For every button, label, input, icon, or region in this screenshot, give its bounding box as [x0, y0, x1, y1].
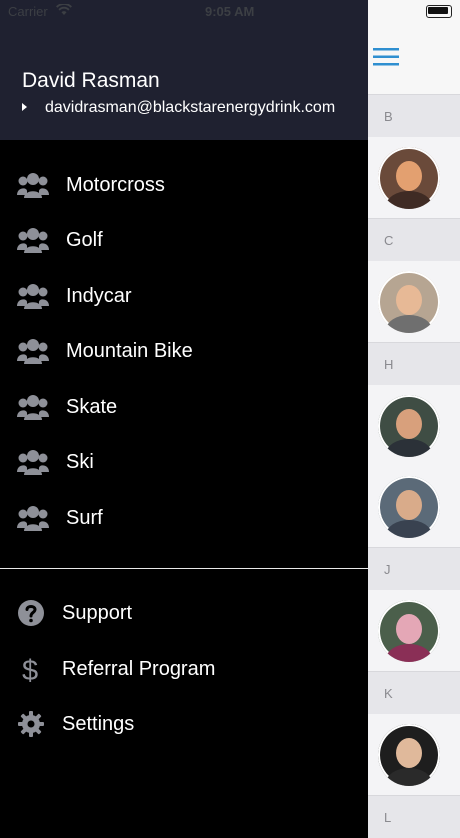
avatar — [378, 270, 440, 333]
section-header-c: C — [368, 218, 460, 261]
section-header-b: B — [368, 94, 460, 137]
side-drawer: David Rasman davidrasman@blackstarenergy… — [0, 0, 368, 818]
menu-item-label: Skate — [66, 396, 118, 418]
menu-item-mountain-bike[interactable]: Mountain Bike — [0, 324, 368, 379]
menu-item-label: Golf — [66, 229, 103, 251]
section-header-h: H — [368, 342, 460, 385]
avatar — [378, 475, 440, 538]
avatar — [378, 723, 440, 786]
menu-item-referral-program[interactable]: $ Referral Program — [0, 642, 368, 697]
section-header-l: L — [368, 795, 460, 838]
group-icon — [17, 450, 49, 475]
carrier-label: Carrier — [8, 4, 48, 19]
menu-item-indycar[interactable]: Indycar — [0, 269, 368, 324]
group-icon — [17, 173, 49, 198]
help-icon — [18, 600, 44, 626]
menu-item-support[interactable]: Support — [0, 586, 368, 641]
contact-row[interactable] — [368, 385, 460, 466]
menu-item-golf[interactable]: Golf — [0, 213, 368, 268]
hamburger-menu-icon[interactable] — [372, 42, 402, 72]
menu-item-settings[interactable]: Settings — [0, 697, 368, 752]
status-time: 9:05 AM — [205, 4, 255, 19]
menu-item-label: Indycar — [66, 285, 132, 307]
caret-right-icon[interactable] — [22, 103, 27, 111]
menu-item-label: Surf — [66, 507, 103, 529]
menu-item-label: Motorcross — [66, 174, 165, 196]
menu-item-label: Referral Program — [62, 658, 216, 680]
contact-row[interactable] — [368, 137, 460, 218]
user-name: David Rasman — [22, 69, 160, 92]
svg-text:$: $ — [22, 655, 38, 683]
menu-item-ski[interactable]: Ski — [0, 435, 368, 490]
dollar-icon: $ — [22, 655, 38, 683]
menu-item-label: Support — [62, 602, 133, 624]
group-icon — [17, 228, 49, 253]
section-header-j: J — [368, 547, 460, 590]
contact-row[interactable] — [368, 466, 460, 547]
avatar — [378, 599, 440, 662]
group-icon — [17, 339, 49, 364]
battery-icon — [426, 5, 452, 18]
menu-item-label: Mountain Bike — [66, 340, 193, 362]
section-header-k: K — [368, 671, 460, 714]
avatar — [378, 146, 440, 209]
user-email[interactable]: davidrasman@blackstarenergydrink.com — [45, 99, 335, 117]
menu-item-label: Ski — [66, 451, 94, 473]
menu-item-surf[interactable]: Surf — [0, 491, 368, 546]
section-divider — [0, 568, 368, 569]
menu-item-skate[interactable]: Skate — [0, 380, 368, 435]
contact-row[interactable] — [368, 261, 460, 342]
menu-item-label: Settings — [62, 713, 135, 735]
group-icon — [17, 395, 49, 420]
group-icon — [17, 284, 49, 309]
contact-row[interactable] — [368, 590, 460, 671]
contact-row[interactable] — [368, 714, 460, 795]
menu-item-motorcross[interactable]: Motorcross — [0, 158, 368, 213]
group-icon — [17, 506, 49, 531]
contacts-list-background: B C H J K L — [368, 0, 460, 838]
gear-icon — [18, 711, 44, 737]
status-bar: Carrier 9:05 AM — [0, 0, 460, 22]
avatar — [378, 394, 440, 457]
wifi-icon — [56, 4, 72, 15]
